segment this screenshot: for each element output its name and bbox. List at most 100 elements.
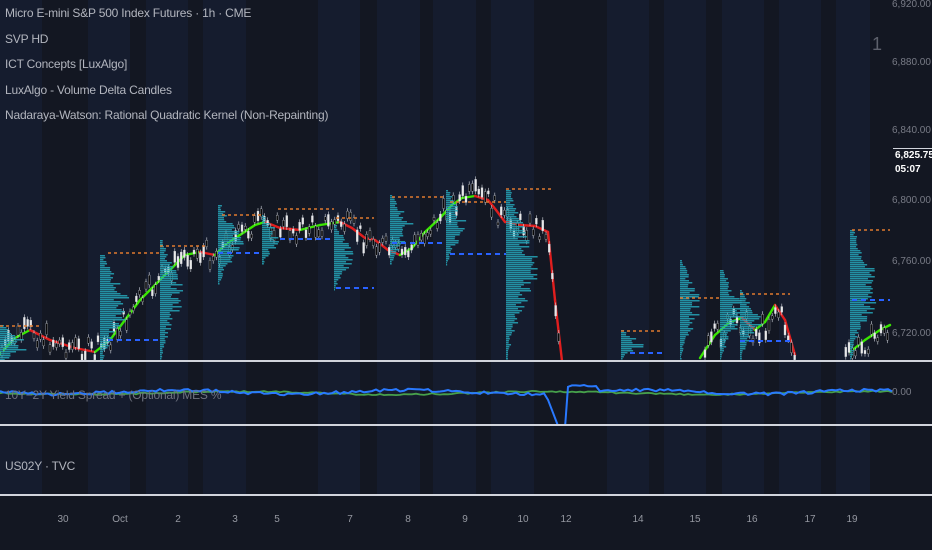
volume-profile-bar <box>334 277 341 279</box>
volume-profile-bar <box>100 295 128 297</box>
spread-title[interactable]: 10Y−2Y Yield Spread + (Optional) MES % <box>5 388 222 402</box>
volume-profile-bar <box>506 264 533 266</box>
volume-profile-bar <box>160 336 168 338</box>
candle-body <box>285 215 288 227</box>
time-axis[interactable]: 30 Oct 2 3 5 7 8 9 10 12 14 15 16 17 19 <box>0 496 932 550</box>
volume-profile-bar <box>740 314 758 316</box>
us02y-chart[interactable] <box>0 426 932 495</box>
volume-profile-bar <box>262 223 271 225</box>
candle-body <box>247 231 250 239</box>
volume-profile-bar <box>720 340 726 342</box>
volume-profile-bar <box>506 354 509 356</box>
volume-profile-bar <box>160 294 172 296</box>
volume-profile-bar <box>262 231 273 233</box>
time-tick: 10 <box>517 514 529 525</box>
candle-body <box>55 343 58 348</box>
volume-profile-bar <box>850 288 873 290</box>
symbol-title[interactable]: Micro E-mini S&P 500 Index Futures · 1h … <box>5 3 328 29</box>
volume-profile-bar <box>680 288 695 290</box>
volume-profile-bar <box>740 316 761 318</box>
volume-profile-bar <box>334 289 335 291</box>
volume-profile-bar <box>850 256 862 258</box>
volume-profile-bar <box>740 338 748 340</box>
volume-profile-bar <box>218 211 226 213</box>
volume-profile-bar <box>100 263 108 265</box>
volume-profile-bar <box>740 300 746 302</box>
volume-profile-bar <box>740 298 747 300</box>
indicator-volume-delta[interactable]: LuxAlgo - Volume Delta Candles <box>5 80 328 106</box>
volume-profile-bar <box>160 348 163 350</box>
candle-body <box>183 249 186 258</box>
volume-profile-bar <box>160 340 166 342</box>
volume-profile-bar <box>0 335 16 337</box>
us02y-pane[interactable]: US02Y · TVC <box>0 426 932 495</box>
candle-body <box>500 206 503 216</box>
indicator-nadaraya[interactable]: Nadaraya-Watson: Rational Quadratic Kern… <box>5 105 328 131</box>
volume-profile-bar <box>720 320 737 322</box>
indicator-svp[interactable]: SVP HD <box>5 29 328 55</box>
volume-profile-bar <box>506 238 518 240</box>
candle-body <box>771 315 774 320</box>
candle-body <box>173 251 176 263</box>
volume-profile-bar <box>506 254 525 256</box>
volume-profile-bar <box>506 252 523 254</box>
volume-profile-bar <box>160 354 162 356</box>
session-band <box>607 0 649 361</box>
volume-profile-bar <box>218 257 232 259</box>
volume-profile-bar <box>680 348 684 350</box>
candle-body <box>538 236 541 240</box>
volume-profile-bar <box>680 322 693 324</box>
volume-profile-bar <box>506 356 508 358</box>
candle-body <box>295 235 298 245</box>
volume-profile-bar <box>850 278 868 280</box>
volume-profile-bar <box>390 263 392 265</box>
volume-profile-bar <box>160 356 163 358</box>
volume-profile-bar <box>740 334 749 336</box>
candle-body <box>873 332 876 339</box>
candle-body <box>755 329 758 337</box>
volume-profile-bar <box>0 345 19 347</box>
volume-profile-bar <box>506 310 522 312</box>
volume-profile-bar <box>160 338 165 340</box>
volume-profile-bar <box>262 261 265 263</box>
volume-profile-bar <box>621 350 634 352</box>
volume-profile-bar <box>506 222 524 224</box>
volume-profile-bar <box>850 238 857 240</box>
volume-profile-bar <box>680 286 688 288</box>
volume-profile-bar <box>160 248 167 250</box>
volume-profile-bar <box>160 290 184 292</box>
volume-profile-bar <box>390 221 407 223</box>
us02y-title[interactable]: US02Y · TVC <box>5 459 75 473</box>
volume-profile-bar <box>218 233 239 235</box>
candle-body <box>90 341 93 349</box>
candle-body <box>39 333 42 340</box>
volume-profile-bar <box>740 318 760 320</box>
candle-body <box>317 229 320 237</box>
candle-body <box>432 217 436 221</box>
volume-profile-bar <box>446 214 456 216</box>
volume-profile-bar <box>100 275 111 277</box>
volume-profile-bar <box>100 285 114 287</box>
volume-profile-bar <box>680 316 689 318</box>
volume-profile-bar <box>850 244 858 246</box>
volume-profile-bar <box>506 296 519 298</box>
price-pane[interactable]: Micro E-mini S&P 500 Index Futures · 1h … <box>0 0 932 361</box>
volume-profile-bar <box>390 203 397 205</box>
volume-profile-bar <box>160 272 177 274</box>
volume-profile-bar <box>720 286 729 288</box>
candle-body <box>71 342 74 350</box>
candle-body <box>215 251 218 258</box>
volume-profile-bar <box>334 279 339 281</box>
volume-profile-bar <box>334 281 337 283</box>
spread-pane[interactable]: 10Y−2Y Yield Spread + (Optional) MES % 0… <box>0 362 932 425</box>
candle-body <box>710 331 713 343</box>
volume-profile-bar <box>446 234 460 236</box>
candle-body <box>138 290 141 295</box>
volume-profile-bar <box>720 294 730 296</box>
candle-body <box>764 330 767 340</box>
candle-body <box>276 215 279 221</box>
volume-profile-bar <box>446 218 457 220</box>
volume-profile-bar <box>506 250 524 252</box>
volume-profile-bar <box>680 300 700 302</box>
indicator-ict[interactable]: ICT Concepts [LuxAlgo] <box>5 54 328 80</box>
